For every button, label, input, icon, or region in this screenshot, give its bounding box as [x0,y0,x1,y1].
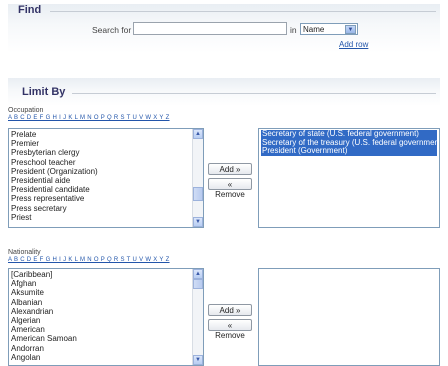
nationality-label: Nationality [8,249,41,256]
nationality-add-button[interactable]: Add » [208,304,252,316]
search-input[interactable] [133,22,287,35]
list-item[interactable]: Presidential aide [11,176,191,185]
in-label: in [290,25,297,35]
nationality-available-list[interactable]: [Caribbean] Afghan Aksumite Albanian Ale… [8,268,204,366]
selected-item[interactable]: President (Government) [261,147,437,156]
occupation-available-list[interactable]: Prelate Premier Presbyterian clergy Pres… [8,128,204,228]
chevron-down-icon: ▼ [345,25,356,34]
list-item[interactable]: Aksumite [11,288,191,297]
list-item[interactable]: Premier [11,139,191,148]
nationality-selected-list[interactable] [258,268,440,366]
list-item[interactable]: Preschool teacher [11,158,191,167]
scroll-up-icon[interactable]: ▲ [193,129,203,139]
list-item[interactable]: Priest [11,213,191,222]
occupation-scrollbar[interactable]: ▲ ▼ [192,129,203,227]
field-select-value: Name [303,25,325,34]
limit-by-heading: Limit By [22,86,66,98]
list-item[interactable]: [Caribbean] [11,270,191,279]
occupation-label: Occupation [8,107,44,114]
list-item[interactable]: Presidential candidate [11,185,191,194]
occupation-remove-button[interactable]: « Remove [208,178,252,199]
list-item[interactable]: Presbyterian clergy [11,148,191,157]
nationality-remove-button[interactable]: « Remove [208,319,252,340]
occupation-available-items: Prelate Premier Presbyterian clergy Pres… [11,130,191,222]
nationality-available-items: [Caribbean] Afghan Aksumite Albanian Ale… [11,270,191,362]
scroll-thumb[interactable] [193,187,203,201]
nationality-scrollbar[interactable]: ▲ ▼ [192,269,203,365]
list-item[interactable]: American [11,325,191,334]
list-item[interactable]: Albanian [11,298,191,307]
list-item[interactable]: Prelate [11,130,191,139]
limit-by-section [8,78,440,118]
list-item[interactable]: Andorran [11,344,191,353]
occupation-selected-items: Secretary of state (U.S. federal governm… [261,129,439,156]
scroll-up-icon[interactable]: ▲ [193,269,203,279]
scroll-down-icon[interactable]: ▼ [193,355,203,365]
nationality-alphabet-links[interactable]: A B C D E F G H I J K L M N O P Q R S T … [8,257,170,263]
list-item[interactable]: Algerian [11,316,191,325]
list-item[interactable]: Alexandrian [11,307,191,316]
list-item[interactable]: American Samoan [11,334,191,343]
scroll-thumb[interactable] [193,279,203,289]
list-item[interactable]: Afghan [11,279,191,288]
limit-by-heading-rule [72,93,436,94]
find-section [8,4,440,74]
list-item[interactable]: Angolan [11,353,191,362]
field-select[interactable]: Name ▼ [300,23,358,35]
list-item[interactable]: Press representative [11,194,191,203]
find-heading: Find [18,4,42,16]
add-row-link[interactable]: Add row [339,40,368,49]
list-item[interactable]: President (Organization) [11,167,191,176]
occupation-alphabet-links[interactable]: A B C D E F G H I J K L M N O P Q R S T … [8,115,170,121]
occupation-add-button[interactable]: Add » [208,163,252,175]
search-for-label: Search for [92,25,132,35]
scroll-down-icon[interactable]: ▼ [193,217,203,227]
occupation-selected-list[interactable]: Secretary of state (U.S. federal governm… [258,128,440,228]
find-heading-rule [50,11,436,12]
list-item[interactable]: Press secretary [11,204,191,213]
